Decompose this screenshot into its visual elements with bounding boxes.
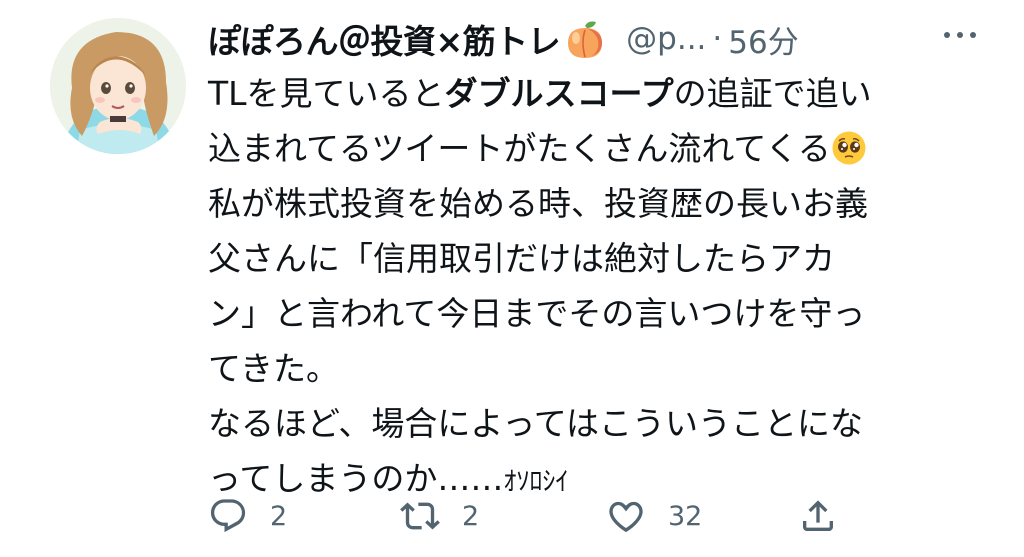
- peach-icon: [564, 18, 606, 60]
- reply-button[interactable]: 2: [208, 490, 287, 542]
- text-line: 父さんに「信用取引だけは絶対したらアカ: [208, 239, 835, 278]
- bold-text: ダブルスコープ: [444, 74, 674, 113]
- text-line: 込まれてるツイートがたくさん流れてくる: [208, 121, 988, 176]
- share-button[interactable]: [798, 490, 838, 542]
- like-count: 32: [668, 500, 703, 532]
- tweet-header: ぽぽろん＠投資×筋トレ @p... · 56分: [208, 14, 988, 64]
- text-segment: の追証で追い: [673, 74, 872, 113]
- text-segment: 込まれてるツイートがたくさん流れてくる: [208, 129, 831, 168]
- avatar[interactable]: [50, 18, 186, 154]
- reply-count: 2: [270, 500, 288, 532]
- dot: [957, 32, 963, 38]
- retweet-count: 2: [462, 500, 480, 532]
- separator: ·: [712, 21, 723, 57]
- pleading-face-icon: [831, 127, 867, 165]
- display-name[interactable]: ぽぽろん＠投資×筋トレ: [208, 15, 561, 63]
- share-icon: [803, 500, 833, 531]
- text-segment: TLを見ていると: [208, 74, 445, 113]
- action-bar: 2 2 32: [208, 490, 908, 542]
- reply-icon: [210, 499, 246, 533]
- text-line: TLを見ているとダブルスコープの追証で追い: [208, 66, 988, 121]
- user-handle[interactable]: @p...: [626, 21, 706, 57]
- text-line: 私が株式投資を始める時、投資歴の長いお義: [208, 184, 868, 223]
- text-line: なるほど、場合によってはこういうことにな: [208, 404, 864, 443]
- retweet-button[interactable]: 2: [400, 490, 479, 542]
- tweet-text: TLを見ているとダブルスコープの追証で追い 込まれてるツイートがたくさん流れてく…: [208, 66, 988, 506]
- text-line: てきた。: [208, 349, 340, 388]
- heart-icon: [609, 501, 643, 533]
- tweet: ぽぽろん＠投資×筋トレ @p... · 56分 TLを見ているとダブルスコープの…: [0, 0, 1024, 557]
- text-line: ン」と言われて今日までその言いつけを守っ: [208, 294, 866, 333]
- avatar-image: [50, 18, 186, 154]
- like-button[interactable]: 32: [606, 490, 702, 542]
- dot: [944, 32, 950, 38]
- retweet-icon: [400, 502, 440, 530]
- dot: [970, 32, 976, 38]
- more-options-icon[interactable]: [944, 32, 976, 38]
- timestamp[interactable]: 56分: [728, 17, 798, 62]
